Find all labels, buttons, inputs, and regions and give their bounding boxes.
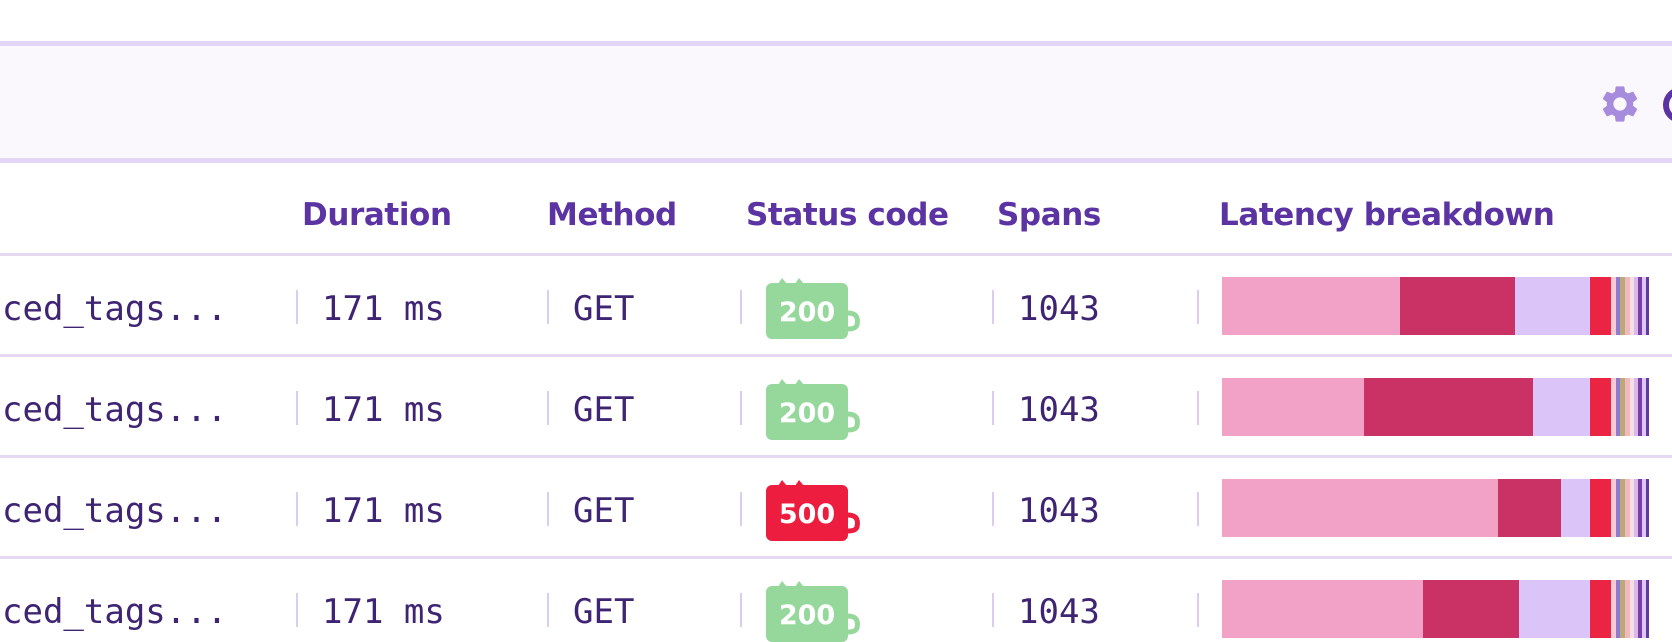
column-header-status-code[interactable]: Status code [746, 197, 949, 233]
column-divider [1197, 492, 1199, 526]
latency-segment [1533, 378, 1591, 436]
latency-breakdown-bar[interactable] [1222, 479, 1654, 537]
traces-page: Duration Method Status code Spans Latenc… [0, 0, 1672, 642]
column-divider [992, 492, 994, 526]
latency-segment [1590, 580, 1611, 638]
table-row[interactable]: ced_tags... 171 ms GET 1043 200 [0, 559, 1672, 642]
circle-icon [1663, 89, 1672, 121]
column-divider [740, 290, 742, 324]
duration-value: 171 ms [322, 289, 445, 329]
toolbar [0, 41, 1672, 163]
column-header-duration[interactable]: Duration [302, 197, 452, 233]
latency-segment [1222, 479, 1498, 537]
latency-segment [1422, 580, 1520, 638]
latency-segment [1590, 378, 1611, 436]
column-divider [1197, 391, 1199, 425]
method-value: GET [573, 592, 635, 632]
column-divider [1197, 593, 1199, 627]
status-code: 500 [778, 499, 836, 530]
status-badge: 200 [766, 580, 860, 642]
column-divider [740, 391, 742, 425]
latency-breakdown-bar[interactable] [1222, 580, 1654, 638]
column-divider [740, 593, 742, 627]
trace-name: ced_tags... [2, 289, 228, 329]
trace-name: ced_tags... [2, 592, 228, 632]
latency-segment [1590, 479, 1611, 537]
column-divider [992, 391, 994, 425]
duration-value: 171 ms [322, 390, 445, 430]
latency-segment [1497, 479, 1561, 537]
latency-segment [1222, 277, 1401, 335]
column-header-latency-breakdown[interactable]: Latency breakdown [1219, 197, 1555, 233]
table-row[interactable]: ced_tags... 171 ms GET 1043 500 [0, 458, 1672, 559]
latency-segment [1646, 479, 1649, 537]
duration-value: 171 ms [322, 592, 445, 632]
status-badge: 200 [766, 277, 860, 339]
method-value: GET [573, 289, 635, 329]
latency-segment [1646, 580, 1649, 638]
column-divider [992, 593, 994, 627]
edge-icon[interactable] [1661, 85, 1672, 125]
latency-breakdown-bar[interactable] [1222, 277, 1654, 335]
status-badge: 500 [766, 479, 860, 541]
column-divider [296, 391, 298, 425]
column-header-spans[interactable]: Spans [997, 197, 1101, 233]
status-code: 200 [778, 297, 836, 328]
spans-value: 1043 [1018, 390, 1100, 430]
column-divider [296, 593, 298, 627]
duration-value: 171 ms [322, 491, 445, 531]
spans-value: 1043 [1018, 592, 1100, 632]
table-header: Duration Method Status code Spans Latenc… [0, 163, 1672, 256]
spans-value: 1043 [1018, 289, 1100, 329]
settings-button[interactable] [1598, 82, 1642, 126]
column-divider [296, 492, 298, 526]
column-divider [1197, 290, 1199, 324]
status-code: 200 [778, 398, 836, 429]
column-divider [547, 391, 549, 425]
latency-segment [1560, 479, 1591, 537]
latency-segment [1590, 277, 1611, 335]
column-divider [296, 290, 298, 324]
column-divider [547, 593, 549, 627]
latency-segment [1222, 580, 1423, 638]
latency-segment [1222, 378, 1365, 436]
spans-value: 1043 [1018, 491, 1100, 531]
latency-segment [1519, 580, 1591, 638]
method-value: GET [573, 390, 635, 430]
table-row[interactable]: ced_tags... 171 ms GET 1043 200 [0, 357, 1672, 458]
table-row[interactable]: ced_tags... 171 ms GET 1043 200 [0, 256, 1672, 357]
latency-breakdown-bar[interactable] [1222, 378, 1654, 436]
column-divider [740, 492, 742, 526]
column-divider [992, 290, 994, 324]
status-code: 200 [778, 600, 836, 631]
latency-segment [1400, 277, 1515, 335]
method-value: GET [573, 491, 635, 531]
latency-segment [1514, 277, 1591, 335]
column-header-method[interactable]: Method [547, 197, 677, 233]
status-badge: 200 [766, 378, 860, 440]
gear-icon [1602, 86, 1638, 122]
column-divider [547, 290, 549, 324]
latency-segment [1646, 378, 1649, 436]
latency-segment [1364, 378, 1534, 436]
trace-name: ced_tags... [2, 491, 228, 531]
column-divider [547, 492, 549, 526]
trace-name: ced_tags... [2, 390, 228, 430]
latency-segment [1646, 277, 1649, 335]
